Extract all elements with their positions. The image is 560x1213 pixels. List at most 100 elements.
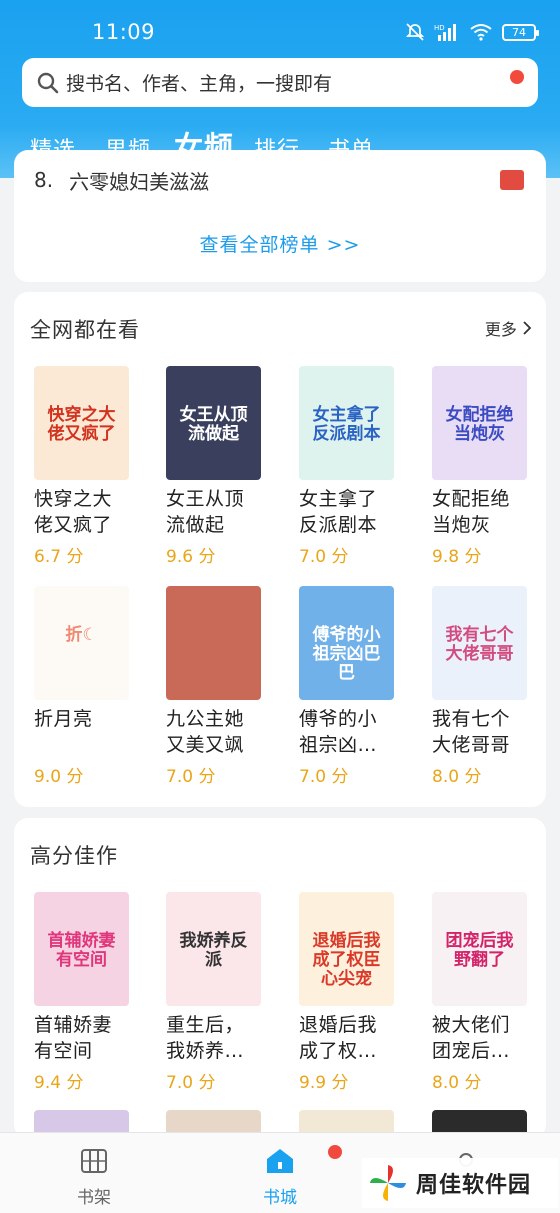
book-title-line: 大佬哥哥: [432, 734, 511, 756]
book-item[interactable]: 女王从顶流做起 女王从顶 流做起 9.6 分: [166, 366, 276, 567]
book-score: 9.0 分: [34, 767, 84, 787]
book-score: 7.0 分: [299, 767, 349, 787]
book-title: 九公主她 又美又飒: [166, 706, 266, 758]
battery-icon: 74: [502, 23, 539, 41]
book-cover[interactable]: 女主拿了反派剧本: [299, 366, 394, 480]
more-link[interactable]: 更多: [485, 316, 532, 340]
book-cover[interactable]: 傅爷的小祖宗凶巴巴: [299, 586, 394, 700]
book-title: 折月亮: [34, 706, 134, 758]
book-title-line: 女王从顶: [166, 488, 245, 510]
cover-title: 女王从顶流做起: [179, 405, 248, 444]
wifi-icon: [470, 24, 492, 41]
book-title: 快穿之大 佬又疯了: [34, 486, 134, 538]
high-score-section: 高分佳作 首辅娇妻有空间 首辅娇妻 有空间 9.4 分我娇养反派 重生后， 我娇养… 7.0…: [14, 818, 546, 1138]
most-read-section: 全网都在看 更多 快穿之大佬又疯了 快穿之大 佬又疯了 6.7 分女王从顶流做起 女王从…: [14, 292, 546, 807]
cover-title: 我娇养反派: [179, 931, 248, 970]
next-row-peek: [34, 1110, 527, 1132]
book-title-line: 反派剧本: [299, 514, 378, 536]
book-title: 女王从顶 流做起: [166, 486, 266, 538]
search-bar[interactable]: 搜书名、作者、主角，一搜即有: [22, 58, 538, 107]
book-title: 傅爷的小 祖宗凶…: [299, 706, 399, 758]
book-cover[interactable]: 女配拒绝当炮灰: [432, 366, 527, 480]
book-cover[interactable]: 快穿之大佬又疯了: [34, 366, 129, 480]
view-all-rankings-link[interactable]: 查看全部榜单 >>: [14, 230, 546, 257]
bookshelf-icon: [81, 1149, 107, 1173]
book-title-line: 退婚后我: [299, 1014, 378, 1036]
book-item[interactable]: 退婚后我成了权臣心尖宠退婚后我成了权… 9.9 分: [299, 892, 409, 1093]
status-time: 11:09: [92, 20, 156, 44]
cover-title: 女主拿了反派剧本: [312, 405, 381, 444]
book-cover[interactable]: 首辅娇妻有空间: [34, 892, 129, 1006]
nav-label: 书架: [77, 1188, 111, 1208]
ranking-card: 8. 六零媳妇美滋滋 查看全部榜单 >>: [14, 150, 546, 282]
rank-badge: [500, 170, 524, 190]
search-placeholder: 搜书名、作者、主角，一搜即有: [66, 73, 333, 95]
book-cover[interactable]: [166, 586, 261, 700]
book-score: 7.0 分: [299, 547, 349, 567]
book-title-line: 重生后，: [166, 1014, 245, 1036]
book-cover[interactable]: 我娇养反派: [166, 892, 261, 1006]
book-title-line: 我娇养…: [166, 1040, 245, 1062]
book-score: 7.0 分: [166, 767, 216, 787]
book-title-line: 祖宗凶…: [299, 734, 378, 756]
book-title-line: 被大佬们: [432, 1014, 511, 1036]
book-title: 退婚后我成了权…: [299, 1012, 399, 1064]
book-title-line: 折月亮: [34, 708, 93, 730]
nav-label: 书城: [263, 1188, 297, 1208]
book-item[interactable]: 傅爷的小祖宗凶巴巴傅爷的小 祖宗凶… 7.0 分: [299, 586, 409, 787]
book-item[interactable]: 团宠后我野翻了被大佬们团宠后… 8.0 分: [432, 892, 542, 1093]
book-cover[interactable]: 我有七个大佬哥哥: [432, 586, 527, 700]
book-item[interactable]: 我娇养反派 重生后， 我娇养… 7.0 分: [166, 892, 276, 1093]
book-title: 女主拿了 反派剧本: [299, 486, 399, 538]
nav-bookshelf[interactable]: 书架: [54, 1147, 134, 1208]
book-item[interactable]: 九公主她 又美又飒 7.0 分: [166, 586, 276, 787]
book-item[interactable]: 折☾ 折月亮 9.0 分: [34, 586, 144, 787]
book-score: 9.9 分: [299, 1073, 349, 1093]
ranking-item[interactable]: 8. 六零媳妇美滋滋: [34, 166, 524, 194]
nav-notification-dot: [328, 1145, 342, 1159]
chevron-right-icon: [523, 321, 532, 335]
cover-title: 快穿之大佬又疯了: [47, 405, 116, 444]
book-score: 8.0 分: [432, 767, 482, 787]
section-title: 高分佳作: [30, 844, 118, 868]
cover-title: 傅爷的小祖宗凶巴巴: [312, 625, 381, 683]
book-score: 8.0 分: [432, 1073, 482, 1093]
book-item[interactable]: 我有七个大佬哥哥 我有七个 大佬哥哥 8.0 分: [432, 586, 542, 787]
watermark-text: 周佳软件园: [416, 1173, 532, 1198]
book-cover[interactable]: 折☾: [34, 586, 129, 700]
cover-title: 首辅娇妻有空间: [47, 931, 116, 970]
book-score: 6.7 分: [34, 547, 84, 567]
cover-title: 团宠后我野翻了: [445, 931, 514, 970]
book-item[interactable]: 女配拒绝当炮灰 女配拒绝 当炮灰 9.8 分: [432, 366, 542, 567]
svg-text:HD: HD: [434, 24, 445, 32]
book-title-line: 团宠后…: [432, 1040, 511, 1062]
book-title-line: 成了权…: [299, 1040, 378, 1062]
status-bar: 11:09 HD 74: [0, 0, 560, 58]
rank-title: 六零媳妇美滋滋: [69, 169, 210, 194]
nav-bookstore[interactable]: 书城: [240, 1147, 320, 1208]
book-item[interactable]: 首辅娇妻有空间 首辅娇妻 有空间 9.4 分: [34, 892, 144, 1093]
book-cover[interactable]: 女王从顶流做起: [166, 366, 261, 480]
status-icons: HD 74: [405, 22, 539, 42]
book-title-line: 有空间: [34, 1040, 93, 1062]
book-title-line: 当炮灰: [432, 514, 491, 536]
pinwheel-logo-icon: [370, 1165, 406, 1201]
book-title: 女配拒绝 当炮灰: [432, 486, 532, 538]
section-title: 全网都在看: [30, 318, 140, 342]
notification-dot: [510, 70, 524, 84]
book-title-line: 流做起: [166, 514, 225, 536]
book-item[interactable]: 女主拿了反派剧本 女主拿了 反派剧本 7.0 分: [299, 366, 409, 567]
cover-title: 女配拒绝当炮灰: [445, 405, 514, 444]
book-cover[interactable]: 退婚后我成了权臣心尖宠: [299, 892, 394, 1006]
book-title-line: 佬又疯了: [34, 514, 113, 536]
book-score: 9.8 分: [432, 547, 482, 567]
rank-number: 8.: [34, 168, 54, 192]
search-icon: [37, 72, 59, 93]
book-title-line: 九公主她: [166, 708, 245, 730]
book-title: 首辅娇妻 有空间: [34, 1012, 134, 1064]
book-item[interactable]: 快穿之大佬又疯了 快穿之大 佬又疯了 6.7 分: [34, 366, 144, 567]
book-cover[interactable]: 团宠后我野翻了: [432, 892, 527, 1006]
book-title-line: 女主拿了: [299, 488, 378, 510]
book-title: 重生后， 我娇养…: [166, 1012, 266, 1064]
cover-title: 我有七个大佬哥哥: [445, 625, 514, 664]
